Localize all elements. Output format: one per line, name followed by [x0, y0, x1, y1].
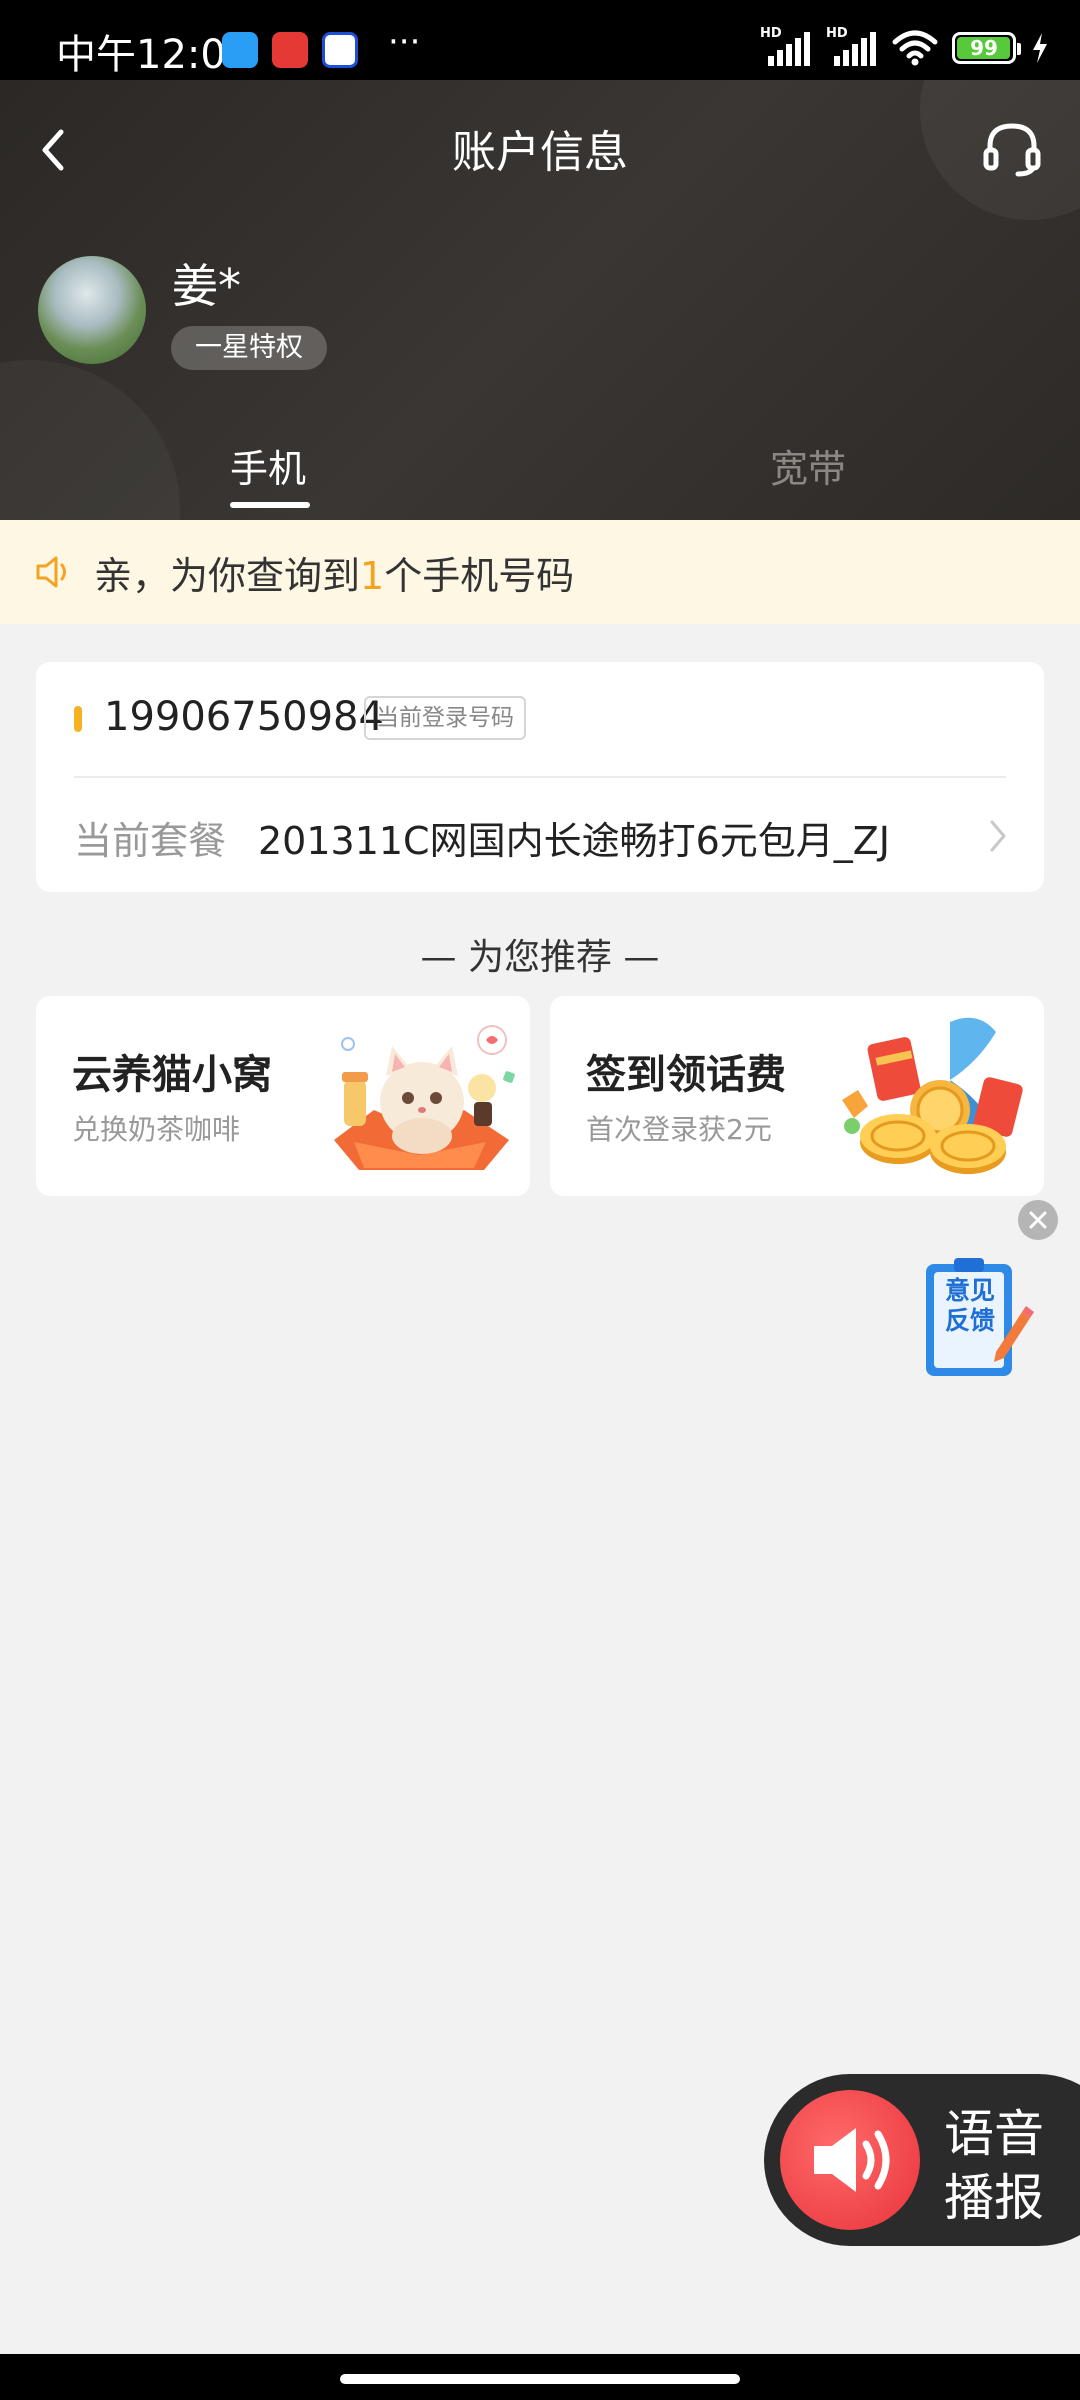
speaker-icon [814, 2128, 890, 2192]
tab-broadband[interactable]: 宽带 [770, 438, 846, 493]
coins-gift-icon [842, 1017, 1023, 1174]
app-notification-icon [272, 32, 308, 68]
avatar[interactable] [38, 256, 146, 364]
status-right: HD HD 99 [760, 26, 1050, 66]
home-indicator[interactable] [340, 2374, 740, 2384]
recommend-card-checkin[interactable]: 签到领话费 首次登录获2元 [550, 996, 1044, 1196]
notice-suffix: 个手机号码 [384, 553, 575, 598]
phone-number: 19906750984 [104, 694, 384, 740]
page-title: 账户信息 [452, 127, 628, 178]
plan-label: 当前套餐 [74, 819, 227, 863]
recommend-title: 签到领话费 [586, 1052, 786, 1098]
account-card: 19906750984 当前登录号码 当前套餐 201311C网国内长途畅打6元… [36, 662, 1044, 892]
status-more-icon: ··· [388, 22, 421, 62]
user-name: 姜* [172, 259, 241, 313]
notice-bar: 亲，为你查询到1个手机号码 [0, 520, 1080, 624]
feedback-button[interactable]: 意见反馈 [924, 1256, 1034, 1382]
account-header: 账户信息 姜* 一星特权 手机 宽带 [0, 80, 1080, 520]
charging-icon [1033, 33, 1047, 63]
recommend-card-cat[interactable]: 云养猫小窝 兑换奶茶咖啡 [36, 996, 530, 1196]
feedback-close-button[interactable] [1018, 1200, 1058, 1240]
speaker-icon [36, 556, 66, 588]
divider [74, 776, 1006, 778]
cat-gift-icon [334, 1025, 515, 1170]
chevron-right-icon [990, 820, 1006, 852]
active-tab-indicator [230, 502, 310, 508]
tab-phone[interactable]: 手机 [230, 438, 306, 493]
wifi-icon [892, 30, 938, 66]
voice-play-button[interactable] [780, 2090, 920, 2230]
recommend-subtitle: 兑换奶茶咖啡 [72, 1113, 241, 1146]
recommend-title: 云养猫小窝 [72, 1052, 272, 1098]
recommend-heading: — 为您推荐 — [420, 937, 660, 978]
battery-level: 99 [970, 36, 998, 60]
status-bar: 中午12:01 ··· HD HD 99 [0, 0, 1080, 80]
notice-text: 亲，为你查询到1个手机号码 [94, 545, 574, 600]
voice-broadcast-button[interactable]: 语音播报 [764, 2074, 1080, 2246]
feedback-label: 意见反馈 [944, 1276, 995, 1335]
customer-service-button[interactable] [980, 116, 1044, 180]
login-tag: 当前登录号码 [364, 696, 526, 740]
plan-value: 201311C网国内长途畅打6元包月_ZJ [258, 819, 891, 863]
headset-icon [983, 123, 1041, 177]
phone-marker [74, 706, 82, 732]
signal-icon: HD [826, 26, 878, 66]
app-notification-icon [322, 32, 358, 68]
notice-count: 1 [360, 553, 385, 598]
level-badge[interactable]: 一星特权 [171, 326, 327, 370]
close-icon [1029, 1211, 1047, 1229]
voice-label: 语音播报 [944, 2105, 1044, 2227]
signal-icon: HD [760, 26, 812, 66]
recommend-subtitle: 首次登录获2元 [586, 1113, 772, 1146]
notice-prefix: 亲，为你查询到 [94, 553, 361, 598]
app-notification-icon [222, 32, 258, 68]
status-app-icons [222, 32, 358, 68]
battery-icon: 99 [952, 32, 1021, 64]
system-nav-bar [0, 2354, 1080, 2400]
